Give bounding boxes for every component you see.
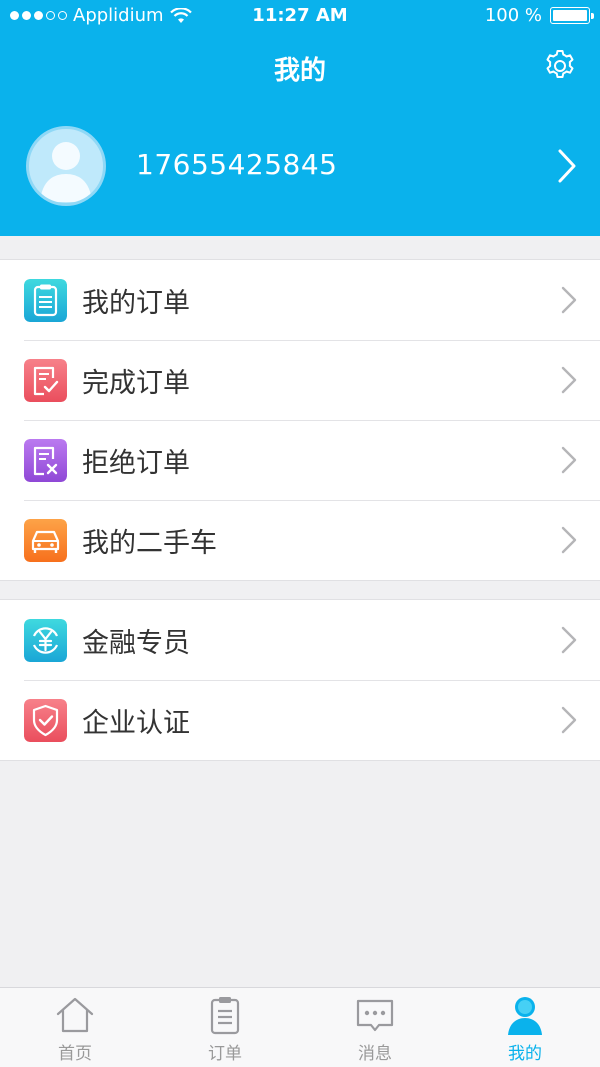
page-title: 我的 [273,56,326,86]
tab-label: 我的 [508,1044,542,1064]
menu-item-label: 我的订单 [82,287,190,319]
tab-label: 首页 [58,1044,92,1064]
nav-bar: 我的 [0,40,600,92]
user-icon [508,997,542,1035]
wifi-icon [169,7,192,23]
menu-item-rejected-orders[interactable]: 拒绝订单 [0,420,600,500]
menu-item-label: 金融专员 [82,627,190,659]
tab-label: 订单 [208,1044,242,1064]
chevron-right-icon [561,446,577,474]
menu-item-label: 拒绝订单 [82,447,190,479]
avatar[interactable] [26,126,106,206]
message-icon [356,999,394,1032]
chevron-right-icon [561,626,577,654]
menu-group-services: 金融专员 企业认证 [0,599,600,761]
home-icon [56,997,94,1033]
tab-home[interactable]: 首页 [0,988,150,1067]
menu-item-label: 完成订单 [82,367,190,399]
menu-item-label: 我的二手车 [82,527,217,559]
menu-item-my-orders[interactable]: 我的订单 [0,260,600,340]
profile-row[interactable]: 17655425845 [0,118,600,214]
phone-number: 17655425845 [136,148,338,181]
yuan-icon [24,618,67,662]
carrier-name: Applidium [73,5,164,26]
tab-profile[interactable]: 我的 [450,988,600,1067]
order-complete-icon [24,358,67,402]
tab-messages[interactable]: 消息 [300,988,450,1067]
tab-bar: 首页 订单 消息 我的 [0,987,600,1067]
menu-item-label: 企业认证 [82,707,190,739]
battery-percent: 100 % [484,5,542,26]
menu-item-finance-specialist[interactable]: 金融专员 [0,600,600,680]
chevron-right-icon [561,286,577,314]
signal-icon [10,11,67,20]
status-left: Applidium [10,5,192,26]
menu-item-completed-orders[interactable]: 完成订单 [0,340,600,420]
chevron-right-icon [561,526,577,554]
avatar-placeholder-icon [40,142,92,202]
chevron-right-icon [561,706,577,734]
gear-icon[interactable] [542,48,578,84]
header: Applidium 11:27 AM 100 % 我的 17655425845 [0,0,600,236]
car-icon [24,518,67,562]
menu-group-orders: 我的订单 完成订单 拒绝订单 我的二手车 [0,259,600,581]
menu-item-my-used-car[interactable]: 我的二手车 [0,500,600,580]
order-reject-icon [24,438,67,482]
status-right: 100 % [484,5,594,26]
status-bar: Applidium 11:27 AM 100 % [0,0,600,32]
menu-item-enterprise-verification[interactable]: 企业认证 [0,680,600,760]
tab-label: 消息 [358,1044,392,1064]
shield-check-icon [24,698,67,742]
chevron-right-icon [561,366,577,394]
order-list-icon [24,278,67,322]
clipboard-icon [210,997,240,1035]
tab-orders[interactable]: 订单 [150,988,300,1067]
chevron-right-icon [558,149,576,183]
battery-icon [550,7,594,24]
